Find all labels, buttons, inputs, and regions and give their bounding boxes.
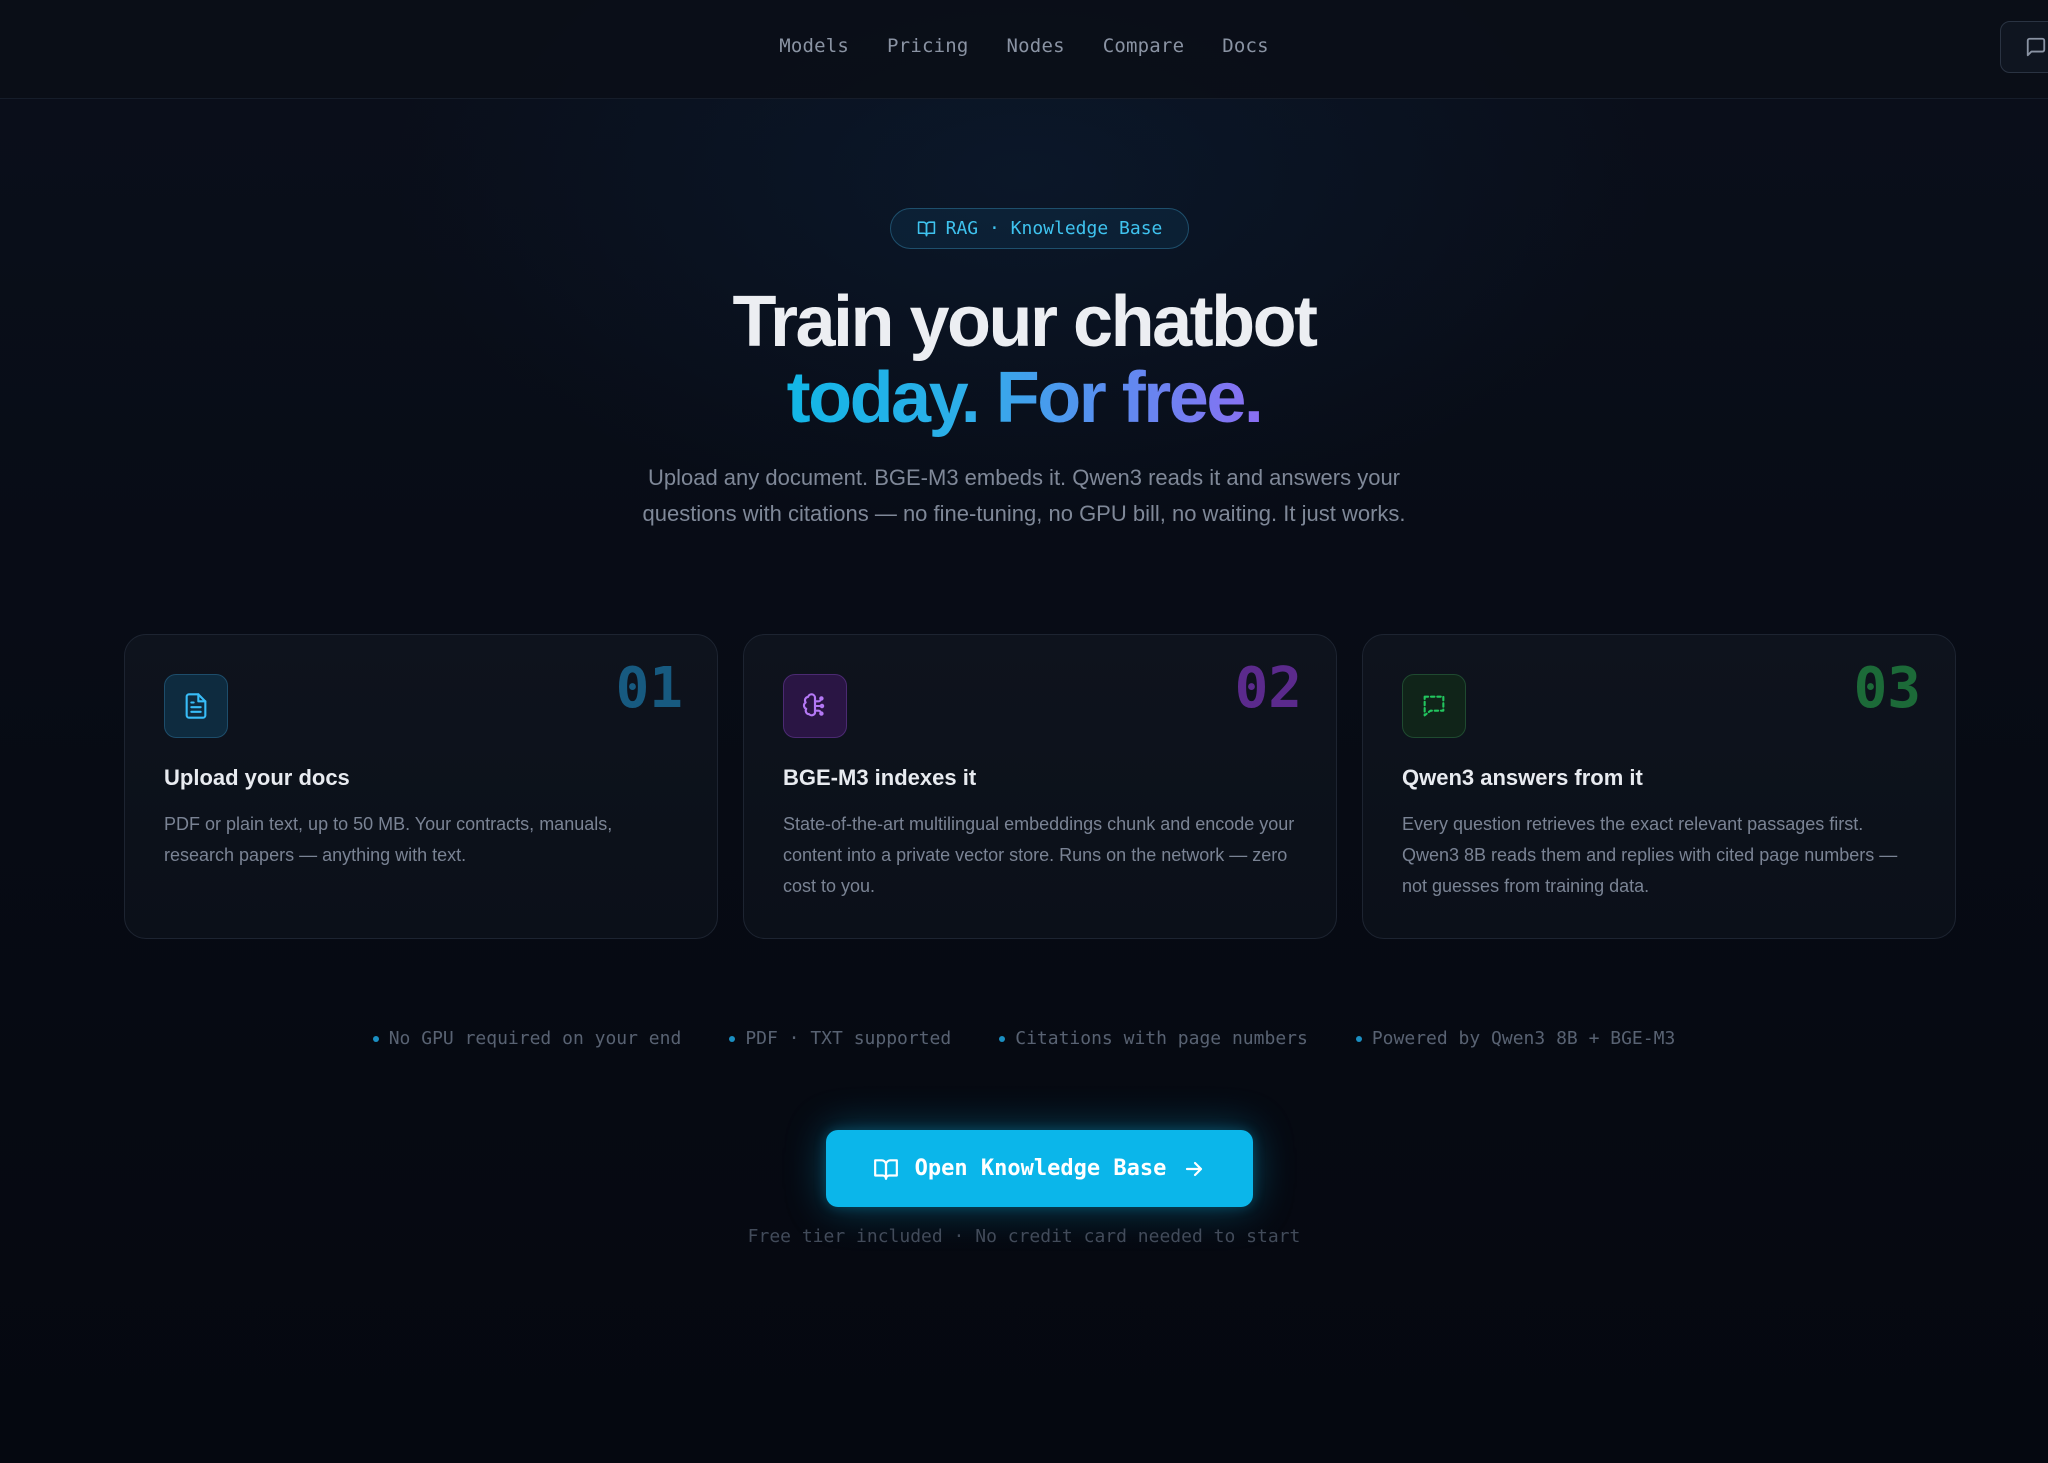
open-knowledge-base-button[interactable]: Open Knowledge Base bbox=[826, 1130, 1253, 1207]
main-nav: Models Pricing Nodes Compare Docs bbox=[0, 0, 2048, 92]
brain-icon bbox=[802, 693, 825, 717]
step-card-index: 02 BGE-M3 indexes it State-of-the-art mu… bbox=[743, 634, 1337, 939]
message-square-dashed-icon bbox=[1423, 695, 1445, 717]
step-title: Qwen3 answers from it bbox=[1402, 765, 1643, 790]
feature-label: Citations with page numbers bbox=[1015, 1028, 1308, 1049]
step-title: Upload your docs bbox=[164, 765, 350, 790]
feature-label: Powered by Qwen3 8B + BGE-M3 bbox=[1371, 1028, 1676, 1049]
step-description: State-of-the-art multilingual embeddings… bbox=[783, 814, 1295, 896]
hero-title-line1: Train your chatbot bbox=[732, 282, 1318, 362]
nav-item-nodes[interactable]: Nodes bbox=[1007, 35, 1065, 57]
feature-label: No GPU required on your end bbox=[388, 1028, 682, 1049]
bullet-dot bbox=[999, 1035, 1006, 1042]
feature-item: PDF · TXT supported bbox=[729, 1028, 951, 1049]
bullet-dot bbox=[729, 1035, 736, 1042]
step-icon-box bbox=[783, 674, 847, 738]
hero-title-gradient: today. For free. bbox=[786, 358, 1264, 438]
step-number: 03 bbox=[1853, 656, 1921, 721]
feature-item: Citations with page numbers bbox=[999, 1028, 1308, 1049]
step-description: PDF or plain text, up to 50 MB. Your con… bbox=[164, 814, 613, 865]
cta-note: Free tier included · No credit card need… bbox=[747, 1226, 1301, 1247]
arrow-right-icon bbox=[1186, 1161, 1203, 1176]
step-icon-box bbox=[1402, 674, 1466, 738]
step-title: BGE-M3 indexes it bbox=[783, 765, 977, 790]
hero-subtitle-line2: questions with citations — no fine-tunin… bbox=[642, 501, 1406, 526]
step-description: Every question retrieves the exact relev… bbox=[1402, 814, 1898, 896]
rag-badge: RAG · Knowledge Base bbox=[890, 208, 1189, 249]
nav-item-models[interactable]: Models bbox=[779, 35, 849, 57]
cta-label: Open Knowledge Base bbox=[914, 1156, 1167, 1181]
book-open-icon bbox=[917, 221, 935, 237]
badge-label: RAG · Knowledge Base bbox=[945, 218, 1163, 239]
step-number: 01 bbox=[615, 656, 683, 721]
feature-list: No GPU required on your end PDF · TXT su… bbox=[0, 1028, 2048, 1049]
bullet-dot bbox=[372, 1035, 379, 1042]
book-open-icon bbox=[873, 1158, 898, 1180]
hero-title-line2: today. For free. bbox=[0, 358, 2048, 438]
step-card-upload: 01 Upload your docs PDF or plain text, u… bbox=[124, 634, 718, 939]
chat-button[interactable] bbox=[2000, 21, 2048, 73]
message-square-icon bbox=[2026, 37, 2046, 57]
bullet-dot bbox=[1355, 1035, 1362, 1042]
feature-item: No GPU required on your end bbox=[372, 1028, 682, 1049]
step-card-answer: 03 Qwen3 answers from it Every question … bbox=[1362, 634, 1956, 939]
nav-item-docs[interactable]: Docs bbox=[1222, 35, 1269, 57]
step-number: 02 bbox=[1234, 656, 1302, 721]
feature-label: PDF · TXT supported bbox=[745, 1028, 952, 1049]
step-icon-box bbox=[164, 674, 228, 738]
nav-item-pricing[interactable]: Pricing bbox=[887, 35, 968, 57]
file-text-icon bbox=[185, 693, 207, 719]
top-bar: Models Pricing Nodes Compare Docs bbox=[0, 0, 2048, 99]
nav-item-compare[interactable]: Compare bbox=[1103, 35, 1184, 57]
hero-subtitle-line1: Upload any document. BGE-M3 embeds it. Q… bbox=[647, 465, 1401, 490]
hero-subtitle: Upload any document. BGE-M3 embeds it. Q… bbox=[574, 460, 1474, 532]
feature-item: Powered by Qwen3 8B + BGE-M3 bbox=[1355, 1028, 1676, 1049]
